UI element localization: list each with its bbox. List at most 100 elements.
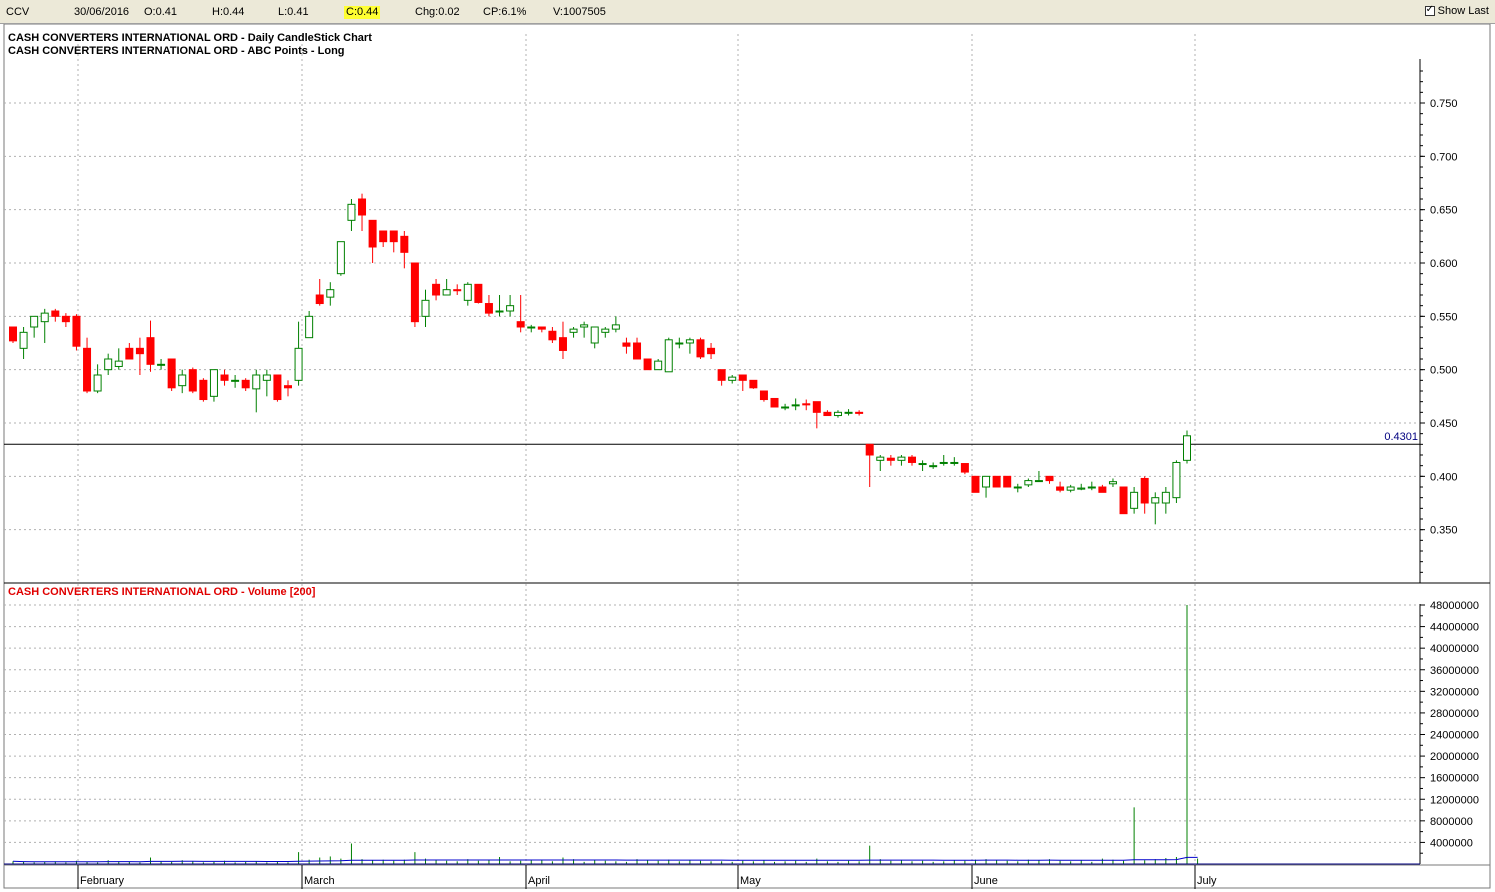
candle-body (114, 360, 123, 367)
volume-y-tick-label: 8000000 (1430, 816, 1473, 828)
candle-body (1045, 475, 1054, 482)
candle-body (495, 310, 504, 313)
chart-canvas[interactable]: February March April May June July 0.750 0.700 0… (0, 23, 1495, 889)
volume-label: V:1007505 (553, 6, 606, 18)
open-label: O:0.41 (144, 6, 178, 18)
volume-y-tick-label: 36000000 (1430, 665, 1479, 677)
candle-body (61, 315, 70, 323)
candle-body (929, 465, 938, 468)
volume-y-tick-label: 16000000 (1430, 773, 1479, 785)
candle-body (209, 369, 218, 397)
candle-body (125, 347, 134, 360)
candle-body (897, 456, 906, 461)
candle-body (199, 379, 208, 401)
show-last-label: Show Last (1437, 5, 1489, 17)
candle-body (432, 283, 441, 296)
candle-body (305, 315, 314, 339)
candle-body (241, 379, 250, 389)
volume-y-tick-label: 32000000 (1430, 686, 1479, 698)
candle-body (601, 328, 610, 333)
price-y-tick-label: 0.600 (1430, 258, 1458, 270)
candle-body (654, 360, 663, 371)
candle-body (389, 230, 398, 243)
candle-body (326, 289, 335, 298)
candle-body (410, 262, 419, 323)
symbol-label: CCV (6, 6, 30, 18)
candle-body (1098, 486, 1107, 493)
candle-body (590, 326, 599, 344)
candle-body (812, 401, 821, 413)
candle-body (1130, 491, 1139, 509)
candle-body (675, 342, 684, 345)
candle-body (1013, 486, 1022, 489)
candle-body (442, 289, 451, 296)
candle-body (484, 303, 493, 314)
candle-body (1183, 435, 1191, 461)
candle-body (759, 390, 768, 401)
price-y-tick-label: 0.650 (1430, 205, 1458, 217)
candle-body (580, 324, 589, 328)
price-y-tick-label: 0.700 (1430, 151, 1458, 163)
candle-body (696, 339, 705, 358)
candle-body (802, 403, 811, 406)
chart-frame (3, 23, 1491, 889)
candle-body (30, 315, 39, 328)
candle-body (865, 443, 874, 456)
candle-body (421, 299, 430, 317)
volume-y-tick-label: 20000000 (1430, 751, 1479, 763)
volume-y-tick-label: 48000000 (1430, 600, 1479, 612)
candle-body (1034, 480, 1043, 483)
low-label: L:0.41 (278, 6, 309, 18)
price-y-tick-label: 0.750 (1430, 98, 1458, 110)
candle-body (1024, 480, 1033, 486)
candle-body (146, 337, 155, 365)
volume-y-tick-label: 12000000 (1430, 794, 1479, 806)
candle-body (855, 411, 864, 414)
show-last-toggle[interactable]: Show Last (1424, 4, 1489, 17)
candle-body (886, 457, 895, 461)
price-y-tick-label: 0.550 (1430, 311, 1458, 323)
candle-body (157, 363, 166, 366)
candle-body (315, 294, 324, 305)
candle-body (823, 411, 832, 417)
candle-body (72, 315, 81, 347)
chart-area: February March April May June July 0.750 0.700 0… (0, 23, 1495, 889)
volume-y-tick-label: 24000000 (1430, 730, 1479, 742)
candle-body (262, 374, 271, 381)
candle-body (358, 198, 367, 216)
candle-body (220, 374, 229, 381)
candle-body (231, 379, 240, 382)
volume-y-tick-label: 44000000 (1430, 622, 1479, 634)
candle-body (273, 374, 282, 401)
close-label: C:0.44 (344, 6, 381, 19)
candle-body (527, 326, 536, 329)
candle-body (463, 283, 472, 301)
candle-body (1066, 486, 1075, 491)
candle-body (283, 385, 292, 389)
volume-chart-title: CASH CONVERTERS INTERNATIONAL ORD - Volu… (8, 586, 316, 598)
candle-body (622, 342, 631, 347)
candle-body (252, 374, 261, 390)
candle-body (908, 456, 917, 463)
show-last-checkbox[interactable] (1424, 4, 1435, 16)
candle-body (728, 376, 737, 381)
date-label: 30/06/2016 (74, 6, 130, 18)
volume-y-tick-label: 28000000 (1430, 708, 1479, 720)
candle-body (40, 312, 49, 323)
candle-body (453, 289, 462, 292)
candle-body (368, 219, 377, 248)
candle-body (93, 374, 102, 392)
x-tick-label: July (1197, 875, 1217, 887)
price-y-tick-label: 0.400 (1430, 471, 1458, 483)
candle-body (1151, 497, 1160, 504)
candle-body (876, 456, 885, 461)
candle-body (918, 463, 927, 466)
candle-body (569, 328, 578, 333)
x-tick-label: February (80, 875, 125, 887)
candle-body (1077, 487, 1086, 490)
candle-body (749, 379, 758, 389)
price-y-tick-label: 0.450 (1430, 418, 1458, 430)
candle-body (178, 374, 187, 387)
candle-body (347, 203, 356, 221)
price-chart-subtitle: CASH CONVERTERS INTERNATIONAL ORD - ABC … (8, 45, 345, 57)
